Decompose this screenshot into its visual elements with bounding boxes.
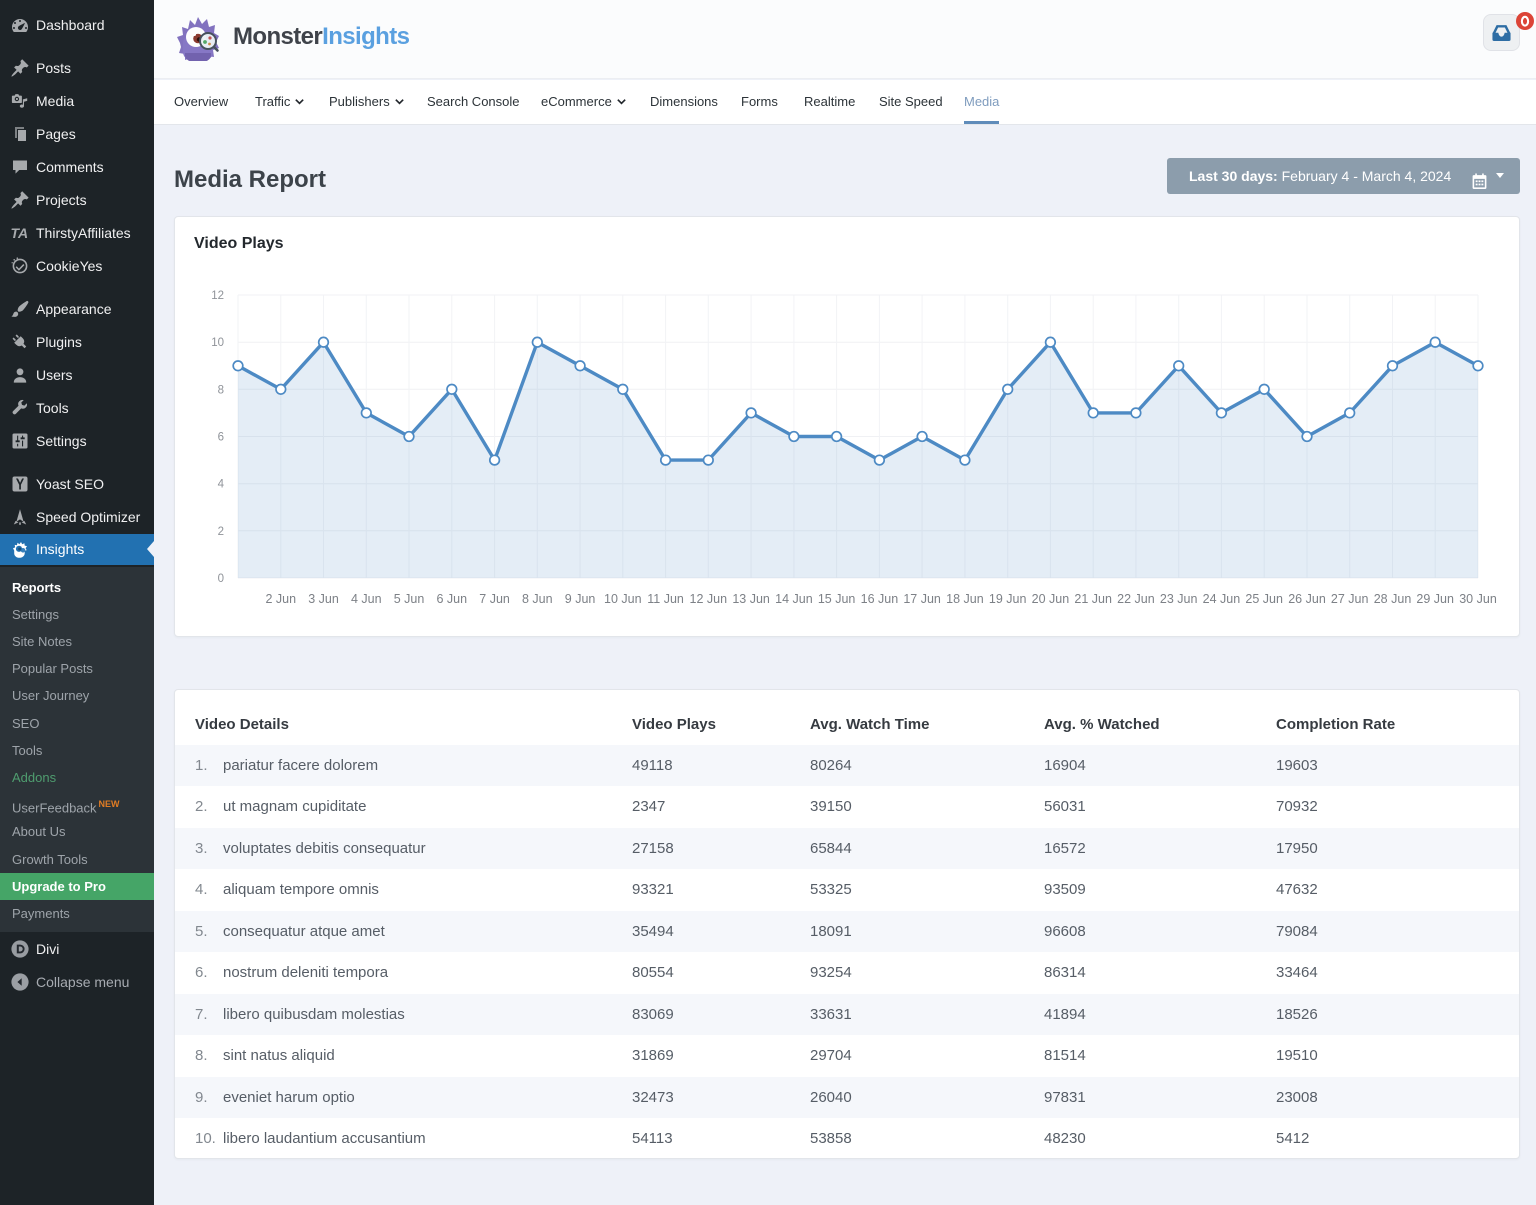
svg-text:12: 12 <box>211 290 224 302</box>
svg-text:25 Jun: 25 Jun <box>1245 592 1283 606</box>
svg-text:6 Jun: 6 Jun <box>437 592 468 606</box>
svg-text:3 Jun: 3 Jun <box>308 592 339 606</box>
svg-text:19 Jun: 19 Jun <box>989 592 1027 606</box>
svg-text:2 Jun: 2 Jun <box>266 592 297 606</box>
svg-text:15 Jun: 15 Jun <box>818 592 856 606</box>
svg-text:8: 8 <box>218 384 224 396</box>
svg-text:18 Jun: 18 Jun <box>946 592 984 606</box>
svg-text:9 Jun: 9 Jun <box>565 592 596 606</box>
svg-text:14 Jun: 14 Jun <box>775 592 813 606</box>
svg-text:27 Jun: 27 Jun <box>1331 592 1369 606</box>
svg-text:6: 6 <box>218 432 224 444</box>
svg-text:8 Jun: 8 Jun <box>522 592 553 606</box>
svg-text:10 Jun: 10 Jun <box>604 592 642 606</box>
svg-text:0: 0 <box>218 573 224 585</box>
svg-text:23 Jun: 23 Jun <box>1160 592 1198 606</box>
svg-text:4 Jun: 4 Jun <box>351 592 382 606</box>
svg-text:17 Jun: 17 Jun <box>903 592 941 606</box>
svg-text:7 Jun: 7 Jun <box>479 592 510 606</box>
svg-text:21 Jun: 21 Jun <box>1074 592 1112 606</box>
svg-text:4: 4 <box>218 479 225 491</box>
svg-text:29 Jun: 29 Jun <box>1416 592 1454 606</box>
svg-text:22 Jun: 22 Jun <box>1117 592 1155 606</box>
svg-text:26 Jun: 26 Jun <box>1288 592 1326 606</box>
svg-text:11 Jun: 11 Jun <box>647 592 684 606</box>
svg-text:30 Jun: 30 Jun <box>1459 592 1497 606</box>
svg-text:24 Jun: 24 Jun <box>1203 592 1241 606</box>
svg-text:20 Jun: 20 Jun <box>1032 592 1070 606</box>
svg-text:16 Jun: 16 Jun <box>861 592 899 606</box>
svg-text:2: 2 <box>218 526 224 538</box>
svg-text:5 Jun: 5 Jun <box>394 592 425 606</box>
svg-text:13 Jun: 13 Jun <box>732 592 770 606</box>
svg-text:28 Jun: 28 Jun <box>1374 592 1412 606</box>
svg-text:TA: TA <box>11 225 29 241</box>
svg-text:10: 10 <box>211 337 224 349</box>
svg-text:12 Jun: 12 Jun <box>690 592 728 606</box>
